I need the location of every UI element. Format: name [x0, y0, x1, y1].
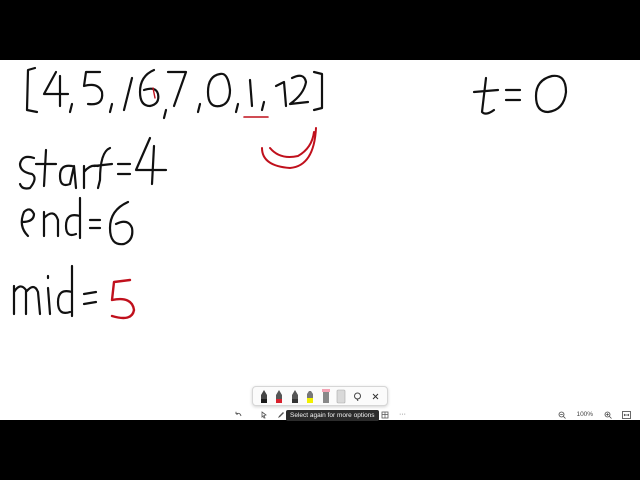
select-icon[interactable]: [259, 409, 270, 421]
tooltip: Select again for more options: [286, 410, 379, 421]
ink-start: [18, 136, 168, 190]
zoom-control: 100%: [553, 408, 636, 421]
table-icon[interactable]: [380, 409, 391, 421]
dark-pen-icon[interactable]: [290, 388, 300, 404]
black-pen-icon[interactable]: [259, 388, 269, 404]
zoom-level[interactable]: 100%: [576, 411, 593, 418]
ink-end: [20, 196, 134, 246]
more-icon[interactable]: ···: [397, 409, 408, 421]
close-icon[interactable]: [369, 389, 381, 403]
pen-toolbar: [252, 386, 388, 406]
undo-icon[interactable]: [232, 409, 243, 421]
lasso-icon[interactable]: [352, 389, 364, 403]
yellow-highlighter-icon[interactable]: [305, 388, 315, 404]
ink-array: [25, 66, 324, 120]
ink-red-arrow: [261, 127, 317, 169]
eraser-icon[interactable]: [336, 388, 346, 404]
ink-target: [472, 74, 568, 115]
zoom-out-icon[interactable]: [557, 410, 567, 420]
red-pen-icon[interactable]: [274, 388, 284, 404]
app-window: ··· Select again for more options 100%: [0, 0, 640, 480]
fit-screen-icon[interactable]: [622, 410, 632, 420]
zoom-in-icon[interactable]: [603, 410, 613, 420]
pink-highlighter-icon[interactable]: [321, 388, 331, 404]
ink-mid: [12, 264, 136, 320]
ink-layer: [12, 66, 568, 320]
whiteboard-canvas[interactable]: [0, 60, 640, 420]
